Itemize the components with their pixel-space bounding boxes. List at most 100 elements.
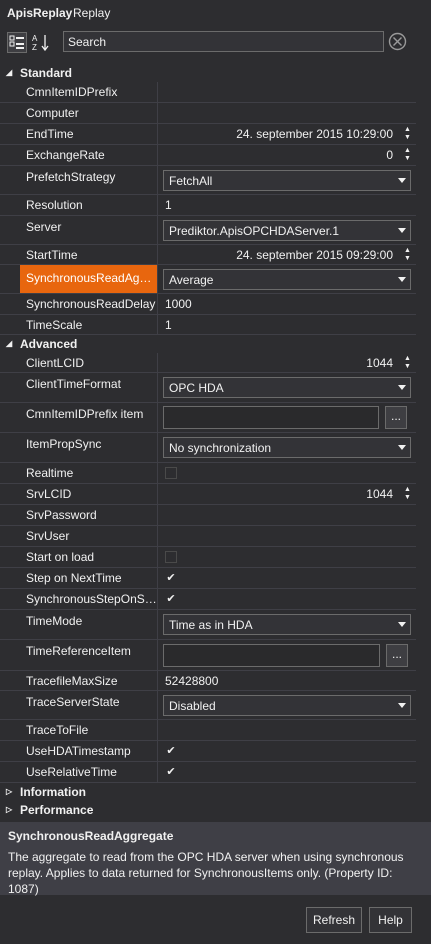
property-row-tracefilemaxsize[interactable]: TracefileMaxSize 52428800 — [0, 671, 416, 691]
spin-down-icon[interactable]: ▼ — [402, 363, 413, 371]
property-value[interactable] — [159, 463, 416, 483]
clear-search-button[interactable] — [388, 32, 407, 51]
spin-up-icon[interactable]: ▲ — [402, 355, 413, 363]
property-row-computer[interactable]: Computer — [0, 103, 416, 124]
resolution-value[interactable]: 1 — [165, 198, 172, 212]
property-value[interactable]: 1 — [159, 195, 416, 215]
property-row-endtime[interactable]: EndTime 24. september 2015 10:29:00 ▲ ▼ — [0, 124, 416, 145]
timereferenceitem-textbox[interactable] — [163, 644, 380, 667]
refresh-button[interactable]: Refresh — [306, 907, 362, 933]
property-value[interactable]: Disabled — [159, 691, 416, 719]
property-value[interactable] — [159, 505, 416, 525]
itempropsync-dropdown[interactable]: No synchronization — [163, 437, 411, 458]
property-row-exchangerate[interactable]: ExchangeRate 0 ▲ ▼ — [0, 145, 416, 166]
category-standard[interactable]: ◢ Standard — [0, 64, 416, 82]
property-row-resolution[interactable]: Resolution 1 — [0, 195, 416, 216]
vertical-scrollbar[interactable] — [416, 64, 431, 822]
cmnitemidprefix-item-textbox[interactable] — [163, 406, 379, 429]
property-value[interactable] — [159, 526, 416, 546]
property-row-synchronousstep[interactable]: SynchronousStepOnSt... ✔ — [0, 589, 416, 610]
property-value[interactable]: ✔ — [159, 568, 416, 588]
property-row-cmnitemidprefix-item[interactable]: CmnItemIDPrefix item ... — [0, 403, 416, 433]
clientlcid-value[interactable]: 1044 — [366, 356, 393, 370]
spin-down-icon[interactable]: ▼ — [402, 134, 413, 142]
property-value[interactable]: Time as in HDA — [159, 610, 416, 639]
clientlcid-spinner[interactable]: ▲ ▼ — [402, 355, 413, 371]
exchangerate-value[interactable]: 0 — [386, 148, 393, 162]
property-row-timemode[interactable]: TimeMode Time as in HDA — [0, 610, 416, 640]
property-value[interactable]: ✔ — [159, 741, 416, 761]
browse-button[interactable]: ... — [386, 644, 408, 667]
spin-up-icon[interactable]: ▲ — [402, 126, 413, 134]
start-on-load-checkbox[interactable] — [165, 551, 177, 563]
category-advanced[interactable]: ◢ Advanced — [0, 335, 416, 353]
step-on-nexttime-checkbox[interactable]: ✔ — [165, 572, 177, 584]
property-value[interactable] — [159, 82, 416, 102]
property-value[interactable]: Prediktor.ApisOPCHDAServer.1 — [159, 216, 416, 244]
property-row-realtime[interactable]: Realtime — [0, 463, 416, 484]
endtime-value[interactable]: 24. september 2015 10:29:00 — [236, 127, 393, 141]
property-value[interactable] — [159, 103, 416, 123]
property-row-cmnitemidprefix[interactable]: CmnItemIDPrefix — [0, 82, 416, 103]
clienttimeformat-dropdown[interactable]: OPC HDA — [163, 377, 411, 398]
browse-button[interactable]: ... — [385, 406, 407, 429]
property-row-start-on-load[interactable]: Start on load — [0, 547, 416, 568]
property-row-srvpassword[interactable]: SrvPassword — [0, 505, 416, 526]
realtime-checkbox[interactable] — [165, 467, 177, 479]
property-row-srvlcid[interactable]: SrvLCID 1044 ▲ ▼ — [0, 484, 416, 505]
spin-down-icon[interactable]: ▼ — [402, 494, 413, 502]
category-information[interactable]: ▷ Information — [0, 783, 416, 801]
property-value[interactable]: 24. september 2015 10:29:00 ▲ ▼ — [159, 124, 416, 144]
synchronousstep-checkbox[interactable]: ✔ — [165, 593, 177, 605]
property-value[interactable] — [159, 547, 416, 567]
property-value[interactable]: ✔ — [159, 762, 416, 782]
property-value[interactable]: 52428800 — [159, 671, 416, 690]
synchronousreadaggregate-dropdown[interactable]: Average — [163, 269, 411, 290]
property-value[interactable]: 1044 ▲ ▼ — [159, 353, 416, 372]
property-row-clienttimeformat[interactable]: ClientTimeFormat OPC HDA — [0, 373, 416, 403]
spin-up-icon[interactable]: ▲ — [402, 486, 413, 494]
prefetchstrategy-dropdown[interactable]: FetchAll — [163, 170, 411, 191]
timemode-dropdown[interactable]: Time as in HDA — [163, 614, 411, 635]
starttime-spinner[interactable]: ▲ ▼ — [402, 247, 413, 263]
property-value[interactable]: 1000 — [159, 294, 416, 314]
endtime-spinner[interactable]: ▲ ▼ — [402, 126, 413, 142]
property-row-starttime[interactable]: StartTime 24. september 2015 09:29:00 ▲ ▼ — [0, 245, 416, 265]
userelativetime-checkbox[interactable]: ✔ — [165, 766, 177, 778]
property-value[interactable]: ... — [159, 640, 416, 670]
property-value[interactable]: No synchronization — [159, 433, 416, 462]
property-row-userelativetime[interactable]: UseRelativeTime ✔ — [0, 762, 416, 783]
category-performance[interactable]: ▷ Performance — [0, 801, 416, 819]
property-value[interactable]: ✔ — [159, 589, 416, 609]
property-row-synchronousreaddelay[interactable]: SynchronousReadDelay 1000 — [0, 294, 416, 315]
property-value[interactable]: Average — [159, 265, 416, 293]
property-value[interactable]: 0 ▲ ▼ — [159, 145, 416, 165]
spin-up-icon[interactable]: ▲ — [402, 147, 413, 155]
traceserverstate-dropdown[interactable]: Disabled — [163, 695, 411, 716]
property-value[interactable]: 1044 ▲ ▼ — [159, 484, 416, 504]
synchronousreaddelay-value[interactable]: 1000 — [165, 297, 192, 311]
spin-down-icon[interactable]: ▼ — [402, 255, 413, 263]
property-row-tracetofile[interactable]: TraceToFile — [0, 720, 416, 741]
property-row-synchronousreadaggregate[interactable]: SynchronousReadAggr... Average — [0, 265, 416, 294]
property-row-clientlcid[interactable]: ClientLCID 1044 ▲ ▼ — [0, 353, 416, 373]
property-row-usehdatimestamp[interactable]: UseHDATimestamp ✔ — [0, 741, 416, 762]
property-row-timereferenceitem[interactable]: TimeReferenceItem ... — [0, 640, 416, 671]
categorized-view-button[interactable] — [7, 32, 27, 53]
property-value[interactable]: OPC HDA — [159, 373, 416, 402]
property-row-prefetchstrategy[interactable]: PrefetchStrategy FetchAll — [0, 166, 416, 195]
property-row-traceserverstate[interactable]: TraceServerState Disabled — [0, 691, 416, 720]
search-input[interactable] — [63, 31, 384, 52]
srvlcid-value[interactable]: 1044 — [366, 487, 393, 501]
property-row-step-on-nexttime[interactable]: Step on NextTime ✔ — [0, 568, 416, 589]
usehdatimestamp-checkbox[interactable]: ✔ — [165, 745, 177, 757]
property-row-server[interactable]: Server Prediktor.ApisOPCHDAServer.1 — [0, 216, 416, 245]
help-button[interactable]: Help — [369, 907, 412, 933]
property-value[interactable]: 24. september 2015 09:29:00 ▲ ▼ — [159, 245, 416, 264]
property-row-itempropsync[interactable]: ItemPropSync No synchronization — [0, 433, 416, 463]
tracefilemaxsize-value[interactable]: 52428800 — [165, 674, 218, 688]
starttime-value[interactable]: 24. september 2015 09:29:00 — [236, 248, 393, 262]
property-row-srvuser[interactable]: SrvUser — [0, 526, 416, 547]
timescale-value[interactable]: 1 — [165, 318, 172, 332]
server-dropdown[interactable]: Prediktor.ApisOPCHDAServer.1 — [163, 220, 411, 241]
